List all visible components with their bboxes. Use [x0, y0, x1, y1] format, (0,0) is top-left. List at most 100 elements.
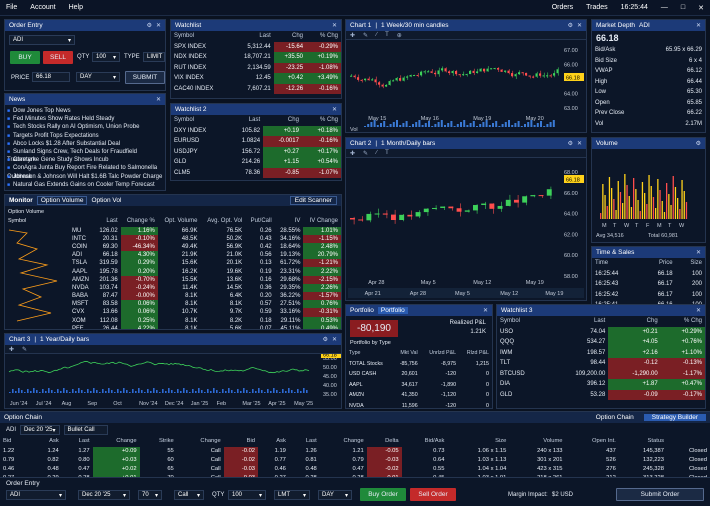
- table-row[interactable]: XOM 112.08 0.25% 8.1K 8.2K 0.18 29.11% 0.53%: [69, 316, 341, 325]
- chart-period[interactable]: 1 Week/30 min candles: [381, 22, 448, 29]
- menu-account[interactable]: Account: [30, 4, 55, 11]
- edit-scanner-button[interactable]: Edit Scanner: [289, 196, 337, 205]
- chart-period[interactable]: 1 Month/Daily bars: [381, 140, 435, 147]
- buy-order-button[interactable]: Buy Order: [360, 488, 406, 501]
- table-row[interactable]: NVDA 103.74 -0.24% 11.4K 14.5K 0.36 29.35% 2.26…: [69, 283, 341, 292]
- table-row[interactable]: ADI 66.18 4.30% 21.9K 21.0K 0.56 19.13% 20.79%: [69, 251, 341, 260]
- crosshair-icon[interactable]: ✚: [350, 150, 355, 157]
- order-symbol-select[interactable]: ADI ▾: [6, 490, 66, 500]
- table-row[interactable]: Bid Size 6 x 4: [592, 56, 705, 67]
- tab-option-volume[interactable]: Option Volume: [36, 196, 88, 205]
- table-row[interactable]: 16:25:43 66.17 200: [592, 279, 705, 290]
- draw-icon[interactable]: ✎: [22, 346, 27, 353]
- table-row[interactable]: 0.79 0.82 0.80 +0.03 60 Call -0.02 0.77 0.81 0.79…: [0, 455, 710, 465]
- news-item[interactable]: Dow Jones Top News: [5, 107, 165, 115]
- order-type-select[interactable]: LIMIT: [143, 52, 165, 62]
- table-row[interactable]: MU 126.02 1.16% 66.9K 76.5K 0.26 28.55% 1.01%: [69, 226, 341, 235]
- table-row[interactable]: CVX 13.66 0.06% 10.7K 9.7K 0.59 33.16% -0.31%: [69, 308, 341, 317]
- table-row[interactable]: High 66.44: [592, 77, 705, 88]
- close-icon[interactable]: ✕: [698, 4, 704, 12]
- news-item[interactable]: Fed Minutes Show Rates Held Steady: [5, 115, 165, 123]
- table-row[interactable]: NDX INDEX 18,707.21 +35.50 +0.19%: [171, 52, 341, 63]
- tab-option-chain[interactable]: Option Chain: [590, 414, 640, 421]
- line-icon[interactable]: ∕: [376, 32, 377, 38]
- menu-file[interactable]: File: [6, 4, 17, 11]
- table-row[interactable]: VIX INDEX 12.45 +0.42 +3.49%: [171, 73, 341, 84]
- close-icon[interactable]: ✕: [696, 307, 701, 314]
- order-right-select[interactable]: Call ▾: [174, 490, 204, 500]
- qty-input[interactable]: 100 ▾: [92, 52, 120, 62]
- tif-select[interactable]: DAY ▾: [76, 72, 120, 82]
- table-row[interactable]: BABA 87.47 -0.00% 8.1K 6.4K 0.20 36.22% -1.57%: [69, 292, 341, 301]
- chart-1-plot[interactable]: 67.0066.0065.0064.0063.0066.18May 15May …: [346, 40, 586, 133]
- table-row[interactable]: Open 65.85: [592, 98, 705, 109]
- settings-icon[interactable]: ⚙: [696, 140, 701, 147]
- submit-order-button[interactable]: Submit Order: [616, 488, 704, 501]
- table-row[interactable]: TOTAL Stocks -85,756 -8,975 1,215: [346, 359, 492, 370]
- table-row[interactable]: USD CASH 20,601 -120 0: [346, 369, 492, 380]
- order-qty-input[interactable]: 100 ▾: [228, 490, 266, 500]
- zoom-icon[interactable]: ⊕: [397, 32, 402, 39]
- table-row[interactable]: TLT 98.44 -0.12 -0.13%: [497, 358, 705, 369]
- table-row[interactable]: PFE 26.44 4.22% 8.1K 5.6K 0.07 45.11% 0.49%: [69, 324, 341, 329]
- table-row[interactable]: DIA 396.12 +1.87 +0.47%: [497, 379, 705, 390]
- table-row[interactable]: SPX INDEX 5,312.44 -15.64 -0.29%: [171, 41, 341, 52]
- news-item[interactable]: Natural Gas Extends Gains on Cooler Temp…: [5, 181, 165, 189]
- close-icon[interactable]: ✕: [696, 249, 701, 256]
- settings-icon[interactable]: ⚙: [568, 22, 573, 29]
- table-row[interactable]: Prev Close 66.22: [592, 108, 705, 119]
- chart-2-plot[interactable]: 68.0066.0064.0062.0060.0058.0066.18Apr 2…: [346, 158, 586, 301]
- submit-button[interactable]: SUBMIT: [125, 71, 165, 84]
- text-icon[interactable]: T: [385, 32, 389, 38]
- news-item[interactable]: Tech Stocks Rally on AI Optimism, Union …: [5, 123, 165, 131]
- table-row[interactable]: 16:25:42 66.17 100: [592, 290, 705, 301]
- close-icon[interactable]: ✕: [332, 106, 337, 113]
- crosshair-icon[interactable]: ✚: [9, 346, 14, 353]
- close-icon[interactable]: ✕: [156, 96, 161, 103]
- table-row[interactable]: AMZN 41,350 -1,120 0: [346, 390, 492, 401]
- chain-mode-select[interactable]: Bullet Call: [63, 425, 108, 435]
- menu-trades[interactable]: Trades: [586, 4, 608, 11]
- table-row[interactable]: EURUSD 1.0824 -0.0017 -0.16%: [171, 136, 341, 147]
- order-strike-select[interactable]: 70 ▾: [138, 490, 162, 500]
- table-row[interactable]: USO 74.04 +0.21 +0.29%: [497, 326, 705, 337]
- line-icon[interactable]: ∕: [376, 150, 377, 156]
- table-row[interactable]: QQQ 534.27 +4.05 +0.76%: [497, 337, 705, 348]
- table-row[interactable]: RUT INDEX 2,134.59 -23.25 -1.08%: [171, 62, 341, 73]
- table-row[interactable]: DXY INDEX 105.82 +0.19 +0.18%: [171, 125, 341, 136]
- buy-button[interactable]: BUY: [10, 51, 40, 64]
- close-icon[interactable]: ✕: [332, 22, 337, 29]
- tab-portfolio[interactable]: Portfolio: [377, 307, 408, 314]
- minimize-icon[interactable]: —: [661, 4, 668, 11]
- tab-strategy-builder[interactable]: Strategy Builder: [643, 414, 706, 421]
- crosshair-icon[interactable]: ✚: [350, 32, 355, 39]
- table-row[interactable]: COIN 69.30 -46.34% 49.4K 56.9K 0.42 18.64% 2.48…: [69, 242, 341, 252]
- chart-3-plot[interactable]: 55.0050.0045.0040.0035.0066.18Jun '24 Jul…: [5, 354, 341, 409]
- table-row[interactable]: Bid/Ask 65.95 x 66.29: [592, 45, 705, 56]
- table-row[interactable]: 0.46 0.48 0.47 +0.02 65 Call -0.03 0.46 0.48 0.47…: [0, 464, 710, 474]
- table-row[interactable]: 16:25:44 66.18 100: [592, 269, 705, 280]
- settings-icon[interactable]: ⚙: [147, 22, 152, 29]
- table-row[interactable]: AAPL 195.78 0.20% 16.2K 19.6K 0.19 23.31% 2.22%: [69, 267, 341, 276]
- chain-symbol[interactable]: ADI: [6, 427, 16, 433]
- draw-icon[interactable]: ✎: [363, 32, 368, 39]
- close-icon[interactable]: ✕: [696, 22, 701, 29]
- order-type-select[interactable]: LMT ▾: [274, 490, 310, 500]
- tab-option-vol[interactable]: Option Vol: [91, 197, 121, 204]
- close-icon[interactable]: ✕: [332, 336, 337, 343]
- table-row[interactable]: CLM5 78.36 -0.85 -1.07%: [171, 167, 341, 178]
- table-row[interactable]: AMZN 201.36 -0.70% 15.5K 13.6K 0.16 29.68% -2.1…: [69, 275, 341, 284]
- price-input[interactable]: 66.18: [32, 72, 70, 82]
- table-row[interactable]: INTC 20.31 -0.10% 48.5K 50.2K 0.43 34.16% -1.15…: [69, 234, 341, 243]
- table-row[interactable]: GLD 214.26 +1.15 +0.54%: [171, 157, 341, 168]
- menu-help[interactable]: Help: [69, 4, 83, 11]
- menu-orders[interactable]: Orders: [552, 4, 573, 11]
- news-item[interactable]: ConAgra Junta Buy Report Fire Related to…: [5, 164, 165, 179]
- settings-icon[interactable]: ⚙: [323, 336, 328, 343]
- order-tif-select[interactable]: DAY ▾: [318, 490, 352, 500]
- news-item[interactable]: Johnson & Johnson Will Halt $1.6B Talc P…: [5, 173, 165, 181]
- news-item[interactable]: Targets Profit Tops Expectations: [5, 132, 165, 140]
- chart-period[interactable]: 1 Year/Daily bars: [40, 336, 89, 343]
- table-row[interactable]: IWM 198.57 +2.16 +1.10%: [497, 347, 705, 358]
- text-icon[interactable]: T: [385, 150, 389, 156]
